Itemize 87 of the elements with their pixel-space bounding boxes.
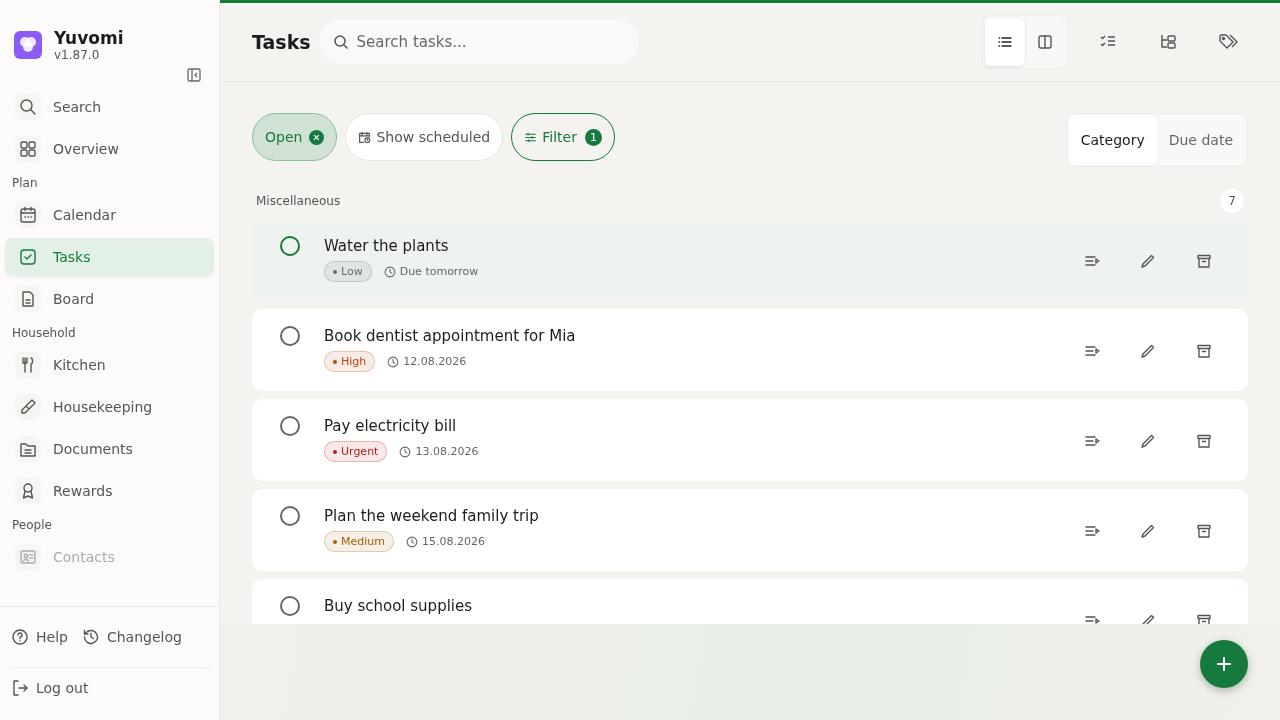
- due-text: 15.08.2026: [422, 535, 485, 548]
- calendar-icon: [19, 206, 37, 224]
- task-title: Buy school supplies: [324, 596, 474, 617]
- list-arrow-icon: [1084, 433, 1100, 449]
- app-version: v1.87.0: [54, 48, 101, 62]
- logout-link[interactable]: Log out: [11, 668, 208, 708]
- filter-count: 1: [584, 128, 602, 146]
- folder-icon: [19, 440, 37, 458]
- pencil-icon: [1140, 343, 1156, 359]
- sidebar-item[interactable]: Board: [5, 280, 214, 318]
- pencil-icon: [1140, 253, 1156, 269]
- help-icon: [11, 628, 29, 646]
- sidebar-item[interactable]: Calendar: [5, 196, 214, 234]
- task-checkbox[interactable]: [280, 596, 300, 616]
- sidebar-item[interactable]: Kitchen: [5, 346, 214, 384]
- due-text: 13.08.2026: [415, 445, 479, 458]
- clock-icon: [383, 265, 396, 278]
- sidebar-section-title: People: [11, 517, 53, 534]
- sliders-icon: [524, 130, 538, 144]
- task-checkbox[interactable]: [280, 236, 300, 256]
- grid-icon: [19, 140, 37, 158]
- tags-icon: [1218, 33, 1238, 51]
- task-title: Book dentist appointment for Mia: [324, 326, 577, 347]
- filter-chip[interactable]: Open: [252, 113, 338, 161]
- group-title: Miscellaneous: [256, 194, 341, 208]
- task-card[interactable]: Pay electricity bill Urgent 13.08.2026: [252, 399, 1248, 481]
- logout-icon: [11, 679, 29, 697]
- sidebar-item[interactable]: Documents: [5, 430, 214, 468]
- task-title: Pay electricity bill: [324, 416, 458, 437]
- logo-icon: [14, 31, 42, 59]
- filter-chip[interactable]: Show scheduled: [345, 113, 504, 161]
- task-checkbox[interactable]: [280, 506, 300, 526]
- contact-card-icon: [19, 548, 37, 566]
- group-count: 7: [1220, 189, 1244, 213]
- search-field[interactable]: Search tasks...: [318, 20, 639, 64]
- list-arrow-icon: [1084, 253, 1100, 269]
- clock-icon: [406, 535, 418, 548]
- priority-tag: High: [324, 351, 376, 372]
- sidebar-item[interactable]: Tasks: [5, 238, 214, 276]
- history-icon: [81, 628, 100, 646]
- clock-icon: [387, 355, 400, 368]
- calendar-clock-icon: [358, 130, 372, 144]
- pencil-icon: [1140, 433, 1156, 449]
- priority-tag: Urgent: [324, 441, 388, 462]
- app-name: Yuvomi: [54, 28, 124, 48]
- add-task-button[interactable]: [1200, 640, 1248, 688]
- priority-tag: Low: [324, 261, 372, 282]
- collapse-sidebar-icon[interactable]: [187, 68, 201, 82]
- clock-icon: [399, 445, 412, 458]
- archive-box-icon: [1196, 433, 1212, 449]
- pencil-icon: [1140, 523, 1156, 539]
- group-by-tab[interactable]: Category: [1068, 116, 1157, 164]
- sidebar-item[interactable]: Search: [5, 88, 214, 126]
- list-arrow-icon: [1084, 523, 1100, 539]
- task-checkbox[interactable]: [280, 416, 300, 436]
- columns-icon: [1036, 33, 1054, 51]
- priority-tag: Medium: [324, 531, 394, 552]
- plus-icon: [1214, 654, 1234, 674]
- task-checkbox[interactable]: [280, 326, 300, 346]
- list-arrow-icon: [1084, 343, 1100, 359]
- task-title: Water the plants: [324, 236, 450, 257]
- sidebar-item[interactable]: Housekeeping: [5, 388, 214, 426]
- archive-box-icon: [1196, 253, 1212, 269]
- task-title: Plan the weekend family trip: [324, 506, 540, 527]
- sidebar-item[interactable]: Rewards: [5, 472, 214, 510]
- task-card[interactable]: Plan the weekend family trip Medium 15.08.2026: [252, 489, 1248, 571]
- archive-box-icon: [1196, 343, 1212, 359]
- sidebar-section-title: Household: [11, 325, 77, 342]
- sidebar-item[interactable]: Overview: [5, 130, 214, 168]
- remove-icon[interactable]: [309, 129, 325, 145]
- brush-icon: [19, 398, 37, 416]
- task-card[interactable]: Water the plants Low Due tomorrow: [252, 219, 1248, 301]
- checkbox-icon: [19, 248, 37, 266]
- sidebar-section-title: Plan: [11, 175, 39, 192]
- document-icon: [19, 290, 37, 308]
- due-text: 12.08.2026: [403, 355, 467, 368]
- group-by-tab[interactable]: Due date: [1156, 116, 1245, 164]
- tree-icon: [1159, 33, 1177, 51]
- view-toggle-button[interactable]: [985, 18, 1025, 66]
- task-card[interactable]: Book dentist appointment for Mia High 12.08.2026: [252, 309, 1248, 391]
- page-title: Tasks: [252, 31, 311, 53]
- archive-box-icon: [1196, 523, 1212, 539]
- task-card[interactable]: Buy school supplies: [252, 579, 1248, 624]
- footer-link[interactable]: Help: [11, 617, 68, 657]
- search-icon: [19, 98, 37, 116]
- due-text: Due tomorrow: [399, 265, 479, 278]
- footer-link[interactable]: Changelog: [81, 617, 182, 657]
